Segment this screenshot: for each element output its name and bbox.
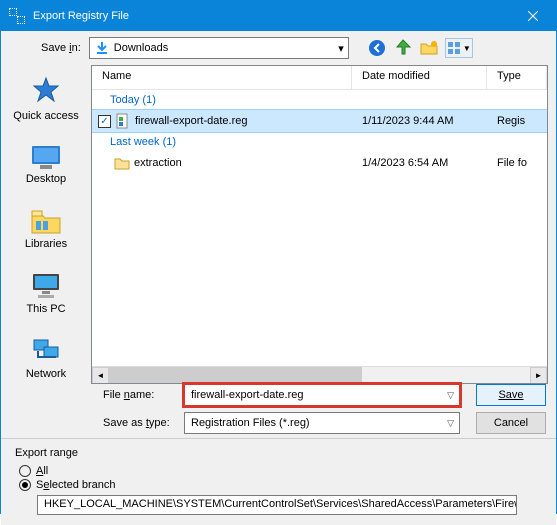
scroll-thumb[interactable] <box>109 367 362 384</box>
save-button[interactable]: Save <box>476 384 546 406</box>
back-button[interactable] <box>367 38 387 58</box>
place-libraries[interactable]: Libraries <box>6 203 86 254</box>
col-type[interactable]: Type <box>487 66 547 89</box>
newfolder-button[interactable] <box>419 38 439 58</box>
radio-icon <box>19 479 31 491</box>
download-arrow-icon <box>94 40 110 56</box>
column-headers[interactable]: Name Date modified Type <box>92 66 547 90</box>
folder-icon <box>114 155 130 171</box>
network-icon <box>30 337 62 365</box>
filetype-value: Registration Files (*.reg) <box>191 417 310 429</box>
place-network[interactable]: Network <box>6 333 86 384</box>
file-type: Regis <box>487 115 547 127</box>
desktop-icon <box>30 144 62 170</box>
scroll-right-icon[interactable]: ► <box>530 367 547 384</box>
file-date: 1/11/2023 9:44 AM <box>352 115 487 127</box>
radio-all[interactable]: All <box>19 465 538 477</box>
up-button[interactable] <box>393 38 413 58</box>
places-bar: Quick access Desktop Libraries This PC <box>1 65 91 384</box>
file-type: File fo <box>487 157 547 169</box>
star-icon <box>30 75 62 107</box>
file-name: firewall-export-date.reg <box>135 115 248 127</box>
file-row[interactable]: ✓ firewall-export-date.reg 1/11/2023 9:4… <box>92 110 547 132</box>
col-name[interactable]: Name <box>92 66 352 89</box>
views-button[interactable]: ▼ <box>445 38 473 58</box>
reg-file-icon <box>115 113 131 129</box>
radio-icon <box>19 465 31 477</box>
file-date: 1/4/2023 6:54 AM <box>352 157 487 169</box>
chevron-down-icon: ▼ <box>463 44 471 53</box>
group-header[interactable]: Today (1) <box>92 90 547 110</box>
new-folder-icon <box>420 39 438 57</box>
views-icon <box>447 41 461 55</box>
radio-selected-branch[interactable]: Selected branch <box>19 479 538 491</box>
chevron-down-icon: ▽ <box>447 418 454 429</box>
close-icon <box>528 11 538 21</box>
filename-value: firewall-export-date.reg <box>191 389 304 401</box>
back-icon <box>368 39 386 57</box>
file-list[interactable]: Name Date modified Type Today (1) ✓ fire… <box>91 65 548 384</box>
filetype-combo[interactable]: Registration Files (*.reg) ▽ <box>184 412 460 434</box>
savein-combo[interactable]: Downloads ▾ <box>89 37 349 59</box>
close-button[interactable] <box>510 1 556 31</box>
savein-label: Save in: <box>41 42 81 54</box>
savein-value: Downloads <box>114 42 168 54</box>
place-this-pc[interactable]: This PC <box>6 268 86 319</box>
branch-path-value: HKEY_LOCAL_MACHINE\SYSTEM\CurrentControl… <box>44 498 517 510</box>
chevron-down-icon: ▾ <box>338 42 344 55</box>
chevron-down-icon: ▽ <box>447 390 454 401</box>
scroll-left-icon[interactable]: ◄ <box>92 367 109 384</box>
pc-icon <box>29 272 63 300</box>
checkbox-icon[interactable]: ✓ <box>98 115 111 128</box>
export-range-group: Export range All Selected branch HKEY_LO… <box>1 438 556 525</box>
window-title: Export Registry File <box>33 10 129 22</box>
export-range-title: Export range <box>15 447 542 459</box>
file-name: extraction <box>134 157 182 169</box>
file-row[interactable]: extraction 1/4/2023 6:54 AM File fo <box>92 152 547 174</box>
filename-input[interactable]: firewall-export-date.reg ▽ <box>184 384 460 406</box>
horizontal-scrollbar[interactable]: ◄ ► <box>92 366 547 383</box>
app-icon <box>9 8 25 24</box>
col-date[interactable]: Date modified <box>352 66 487 89</box>
place-quick-access[interactable]: Quick access <box>6 71 86 126</box>
filename-label: File name: <box>91 389 176 401</box>
place-desktop[interactable]: Desktop <box>6 140 86 189</box>
branch-path-input[interactable]: HKEY_LOCAL_MACHINE\SYSTEM\CurrentControl… <box>37 495 517 515</box>
cancel-button[interactable]: Cancel <box>476 412 546 434</box>
titlebar: Export Registry File <box>1 1 556 31</box>
up-one-level-icon <box>394 39 412 57</box>
libraries-icon <box>30 207 62 235</box>
filetype-label: Save as type: <box>91 417 176 429</box>
group-header[interactable]: Last week (1) <box>92 132 547 152</box>
